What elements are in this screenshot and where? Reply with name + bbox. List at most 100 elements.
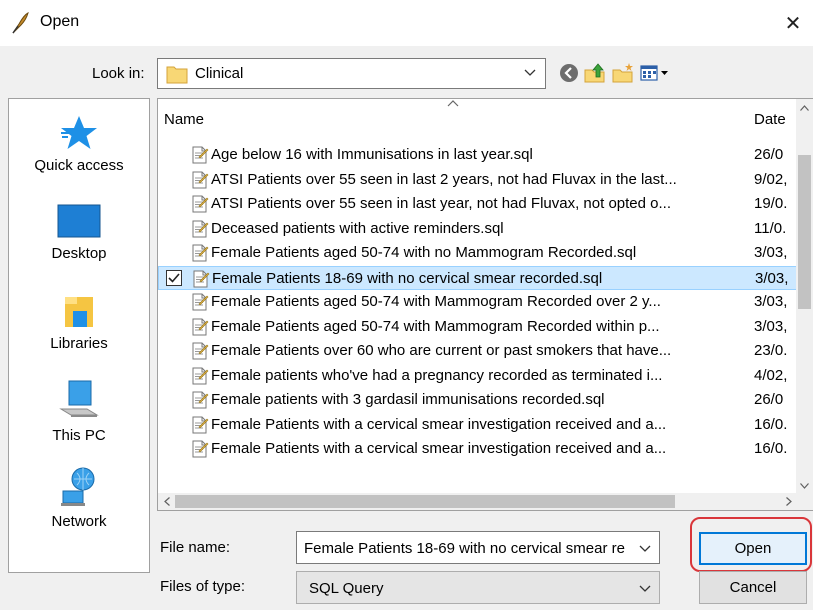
place-label: Network bbox=[51, 513, 107, 530]
sql-file-icon bbox=[192, 146, 209, 164]
file-row[interactable]: Female patients who've had a pregnancy r… bbox=[158, 364, 798, 388]
file-name: Female Patients with a cervical smear in… bbox=[211, 440, 667, 457]
file-row[interactable]: Female Patients over 60 who are current … bbox=[158, 339, 798, 363]
place-label: Libraries bbox=[50, 335, 108, 352]
file-row[interactable]: Female Patients aged 50-74 with Mammogra… bbox=[158, 315, 798, 339]
sql-file-icon bbox=[192, 244, 209, 262]
file-name: Age below 16 with Immunisations in last … bbox=[211, 146, 533, 163]
lookin-value: Clinical bbox=[195, 65, 244, 82]
sql-file-icon bbox=[192, 342, 209, 360]
column-header-date[interactable]: Date bbox=[754, 111, 786, 128]
file-name: Female patients who've had a pregnancy r… bbox=[211, 366, 663, 384]
file-row[interactable]: Female Patients aged 50-74 with no Mammo… bbox=[158, 241, 798, 265]
file-row[interactable]: Female Patients 18-69 with no cervical s… bbox=[158, 265, 798, 290]
scroll-left-icon[interactable] bbox=[158, 493, 175, 510]
sql-file-icon bbox=[193, 270, 210, 287]
libraries-icon bbox=[65, 297, 93, 327]
file-row[interactable]: Female Patients with a cervical smear in… bbox=[158, 413, 798, 437]
new-folder-icon[interactable] bbox=[612, 62, 634, 84]
file-date: 16/0. bbox=[754, 440, 788, 457]
place-network[interactable]: Network bbox=[9, 465, 149, 530]
file-name: Female Patients 18-69 with no cervical s… bbox=[212, 269, 603, 287]
close-button[interactable]: ✕ bbox=[773, 0, 813, 46]
window-title: Open bbox=[40, 13, 80, 30]
place-libraries[interactable]: Libraries bbox=[9, 291, 149, 352]
file-date: 26/0 bbox=[754, 391, 784, 408]
filename-label: File name: bbox=[160, 539, 231, 556]
file-date: 3/03, bbox=[754, 244, 788, 261]
sql-file-icon bbox=[192, 220, 209, 237]
file-date: 9/02, bbox=[754, 170, 788, 188]
place-this-pc[interactable]: This PC bbox=[9, 379, 149, 444]
close-icon: ✕ bbox=[784, 12, 802, 35]
row-checkbox[interactable] bbox=[166, 269, 182, 286]
lookin-dropdown[interactable]: Clinical bbox=[157, 58, 546, 89]
place-quick-access[interactable]: Quick access bbox=[9, 113, 149, 174]
view-menu-icon[interactable] bbox=[640, 62, 670, 84]
sql-file-icon bbox=[192, 367, 209, 384]
file-list[interactable]: Name Date Age below 16 with Immunisation… bbox=[157, 98, 813, 511]
chevron-down-icon[interactable] bbox=[638, 541, 652, 555]
up-folder-icon[interactable] bbox=[584, 62, 606, 84]
horizontal-scroll-thumb[interactable] bbox=[175, 495, 675, 508]
file-row[interactable]: Female Patients with a cervical smear in… bbox=[158, 437, 798, 461]
file-row[interactable]: Female patients with 3 gardasil immunisa… bbox=[158, 388, 798, 412]
file-name: Female Patients over 60 who are current … bbox=[211, 342, 672, 359]
sql-file-icon bbox=[192, 195, 209, 213]
scroll-down-icon[interactable] bbox=[796, 477, 813, 494]
vertical-scrollbar[interactable] bbox=[796, 99, 813, 494]
sql-file-icon bbox=[192, 440, 209, 458]
chevron-down-icon bbox=[524, 69, 536, 76]
file-row[interactable]: ATSI Patients over 55 seen in last year,… bbox=[158, 192, 798, 216]
file-name: ATSI Patients over 55 seen in last 2 yea… bbox=[211, 170, 677, 188]
place-desktop[interactable]: Desktop bbox=[9, 201, 149, 262]
file-name: Female Patients with a cervical smear in… bbox=[211, 415, 667, 433]
filetype-label: Files of type: bbox=[160, 578, 246, 595]
scroll-right-icon[interactable] bbox=[780, 493, 797, 510]
file-date: 3/03, bbox=[754, 317, 788, 335]
file-name: Female Patients aged 50-74 with no Mammo… bbox=[211, 244, 637, 261]
scroll-up-icon[interactable] bbox=[796, 99, 813, 116]
vertical-scroll-thumb[interactable] bbox=[798, 155, 811, 309]
desktop-icon bbox=[57, 204, 101, 238]
sort-ascending-icon bbox=[447, 100, 459, 107]
star-icon bbox=[61, 116, 97, 149]
place-label: This PC bbox=[52, 427, 106, 444]
column-header-name[interactable]: Name bbox=[164, 111, 204, 128]
folder-icon bbox=[166, 66, 188, 84]
open-button[interactable]: Open bbox=[699, 532, 807, 565]
file-name: Female Patients aged 50-74 with Mammogra… bbox=[211, 317, 660, 335]
file-date: 16/0. bbox=[754, 415, 788, 433]
filename-input[interactable]: Female Patients 18-69 with no cervical s… bbox=[296, 531, 660, 564]
sql-file-icon bbox=[192, 171, 209, 188]
file-date: 3/03, bbox=[754, 293, 788, 310]
cancel-button[interactable]: Cancel bbox=[699, 571, 807, 604]
sql-file-icon bbox=[192, 318, 209, 335]
horizontal-scrollbar[interactable] bbox=[158, 493, 813, 510]
file-date: 3/03, bbox=[755, 269, 789, 287]
file-name: ATSI Patients over 55 seen in last year,… bbox=[211, 195, 671, 212]
chevron-down-icon bbox=[639, 585, 651, 592]
file-date: 26/0 bbox=[754, 146, 784, 163]
network-icon bbox=[61, 467, 95, 506]
file-row[interactable]: Deceased patients with active reminders.… bbox=[158, 217, 798, 241]
lookin-label: Look in: bbox=[92, 65, 145, 82]
place-label: Desktop bbox=[51, 245, 107, 262]
file-row[interactable]: Female Patients aged 50-74 with Mammogra… bbox=[158, 290, 798, 314]
file-row[interactable]: Age below 16 with Immunisations in last … bbox=[158, 143, 798, 167]
sql-file-icon bbox=[192, 391, 209, 409]
place-label: Quick access bbox=[34, 157, 124, 174]
file-date: 23/0. bbox=[754, 342, 788, 359]
back-icon[interactable] bbox=[558, 62, 580, 84]
file-name: Deceased patients with active reminders.… bbox=[211, 219, 504, 237]
file-date: 19/0. bbox=[754, 195, 788, 212]
sql-file-icon bbox=[192, 416, 209, 433]
filetype-dropdown[interactable]: SQL Query bbox=[296, 571, 660, 604]
computer-icon bbox=[59, 380, 99, 417]
filename-value: Female Patients 18-69 with no cervical s… bbox=[304, 540, 625, 557]
file-row[interactable]: ATSI Patients over 55 seen in last 2 yea… bbox=[158, 168, 798, 192]
title-bar: Open ✕ bbox=[0, 0, 813, 46]
sql-file-icon bbox=[192, 293, 209, 311]
file-date: 11/0. bbox=[754, 219, 787, 237]
file-date: 4/02, bbox=[754, 366, 788, 384]
